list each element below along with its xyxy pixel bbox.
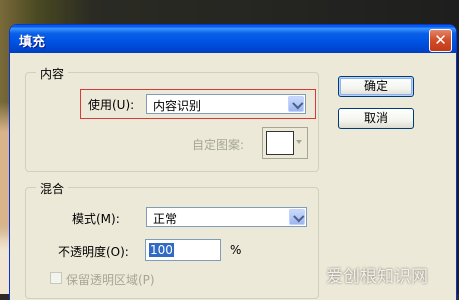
preserve-transparency-label: 保留透明区域(P): [66, 273, 155, 287]
ok-button[interactable]: 确定: [338, 76, 414, 97]
preserve-transparency-checkbox[interactable]: [50, 272, 62, 284]
pattern-dropdown-arrow-icon[interactable]: [295, 131, 305, 155]
custom-pattern-picker[interactable]: [262, 127, 308, 159]
content-group-legend: 内容: [36, 65, 69, 82]
blend-group-legend: 混合: [36, 180, 69, 197]
dialog-title: 填充: [19, 35, 46, 50]
opacity-label: 不透明度(O):: [58, 245, 129, 259]
use-label: 使用(U):: [88, 98, 135, 112]
close-icon: ✕: [434, 31, 447, 49]
chevron-down-icon[interactable]: [288, 96, 304, 112]
pattern-swatch[interactable]: [266, 131, 294, 155]
use-select[interactable]: 内容识别: [146, 94, 306, 114]
custom-pattern-label: 自定图案:: [192, 138, 245, 152]
mode-label: 模式(M):: [72, 212, 120, 226]
mode-select[interactable]: 正常: [146, 207, 307, 227]
cancel-button[interactable]: 取消: [338, 108, 414, 129]
opacity-value: 100: [149, 243, 174, 257]
watermark-text: 爱创根知识网: [326, 267, 428, 287]
opacity-input[interactable]: 100: [145, 239, 221, 261]
close-button[interactable]: ✕: [429, 29, 452, 52]
chevron-down-icon[interactable]: [289, 209, 305, 225]
opacity-unit: %: [230, 243, 242, 257]
use-select-value: 内容识别: [153, 99, 202, 113]
mode-select-value: 正常: [153, 212, 178, 226]
title-bar[interactable]: 填充 ✕: [10, 25, 456, 53]
